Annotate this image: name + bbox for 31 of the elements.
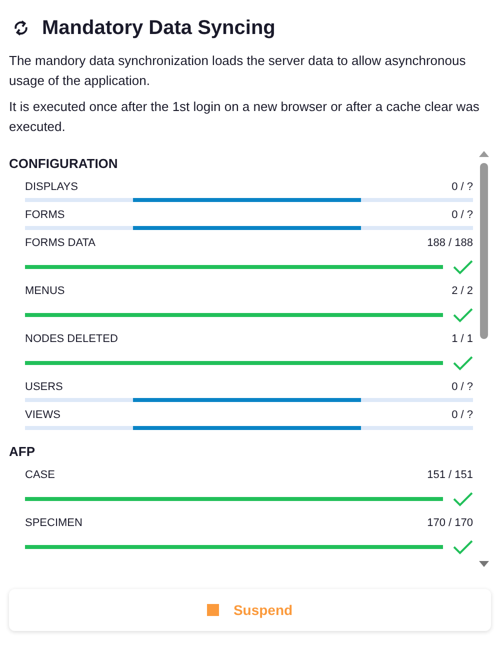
- item-label: NODES DELETED: [25, 332, 118, 347]
- check-icon: [453, 539, 473, 555]
- section-title: AFP: [9, 443, 35, 462]
- item-count: 170 / 170: [427, 516, 473, 531]
- item-label: FORMS: [25, 208, 65, 223]
- description-text: It is executed once after the 1st login on a new browser or after a cache clear was executed.: [9, 98, 480, 136]
- suspend-button[interactable]: Suspend: [9, 589, 491, 631]
- item-label: VIEWS: [25, 408, 60, 423]
- check-icon: [453, 355, 473, 371]
- page-title: Mandatory Data Syncing: [42, 16, 276, 41]
- item-label: DISPLAYS: [25, 180, 78, 195]
- item-label: MENUS: [25, 284, 65, 299]
- check-icon: [453, 491, 473, 507]
- description-text: The mandory data synchronization loads the server data to allow asynchronous usage of the application.: [9, 52, 467, 90]
- check-icon: [453, 307, 473, 323]
- section-title: CONFIGURATION: [9, 155, 118, 174]
- item-count: 0 / ?: [452, 208, 473, 223]
- item-label: FORMS DATA: [25, 236, 96, 251]
- item-count: 2 / 2: [452, 284, 473, 299]
- item-count: 151 / 151: [427, 468, 473, 483]
- item-count: 0 / ?: [452, 408, 473, 423]
- item-label: CASE: [25, 468, 55, 483]
- item-label: SPECIMEN: [25, 516, 82, 531]
- item-label: USERS: [25, 380, 63, 395]
- stop-icon: [207, 604, 220, 616]
- item-count: 188 / 188: [427, 236, 473, 251]
- item-count: 1 / 1: [452, 332, 473, 347]
- item-count: 0 / ?: [452, 380, 473, 395]
- check-icon: [453, 259, 473, 275]
- sync-icon: [12, 19, 30, 37]
- item-count: 0 / ?: [452, 180, 473, 195]
